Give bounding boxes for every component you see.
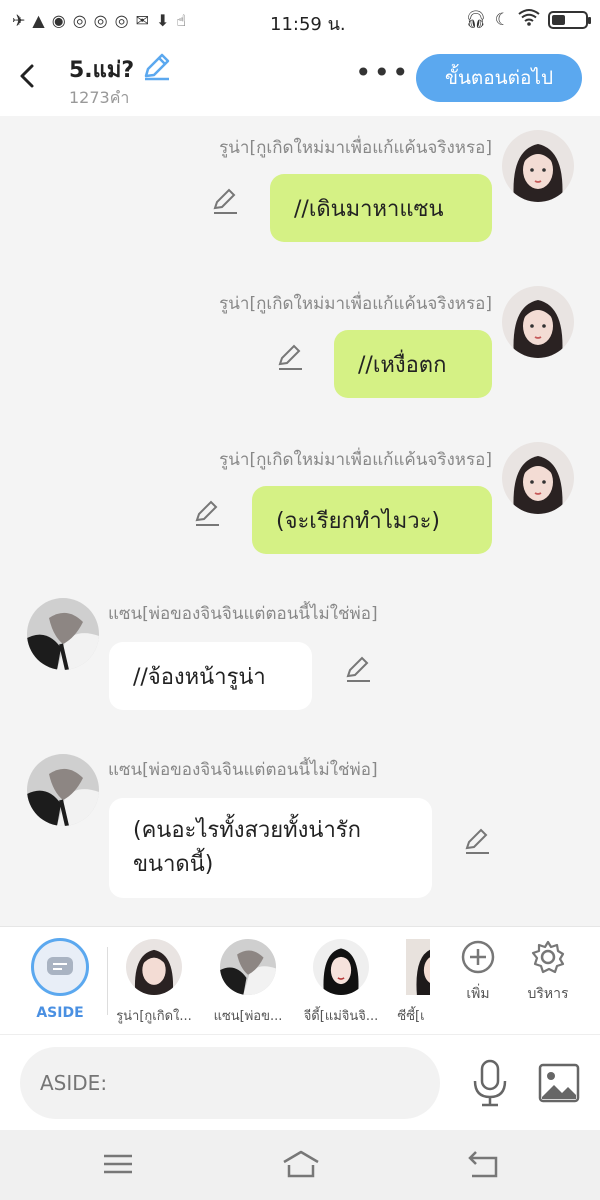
- chrome-icon: ◎: [114, 10, 129, 30]
- add-label: เพิ่ม: [466, 986, 490, 1002]
- avatar-zan[interactable]: [27, 754, 99, 826]
- messenger-icon: ◉: [51, 10, 66, 30]
- edit-message-button[interactable]: [192, 498, 222, 528]
- status-bar: ✈ ▲ ◉ ◎ ◎ ◎ ✉ ⬇ ☝ 11:59 น. 🎧︎ ☾: [0, 0, 600, 40]
- message-bubble[interactable]: (คนอะไรทั้งสวยทั้งน่ารัก ขนาดนี้): [109, 798, 432, 898]
- message-text: //เหงื่อตก: [358, 352, 447, 378]
- battery-icon: [548, 10, 591, 29]
- character-label: จีดี้[แม่จินจิ...: [303, 1009, 379, 1024]
- chevron-left-icon: [20, 64, 34, 88]
- wifi-icon: [518, 8, 540, 31]
- chrome-icon: ◎: [93, 10, 108, 30]
- message-bubble[interactable]: //เดินมาหาแซน: [270, 174, 492, 242]
- headphones-icon: 🎧︎: [465, 9, 487, 30]
- message-input[interactable]: [20, 1047, 440, 1119]
- character-avatar-runa[interactable]: [126, 939, 182, 995]
- speaker-name: รูน่า[กูเกิดใหม่มาเพื่อแก้แค้นจริงหรอ]: [219, 450, 492, 470]
- message-text-line: ขนาดนี้): [133, 852, 214, 877]
- divider: [107, 947, 108, 1015]
- menu-button[interactable]: [100, 1148, 136, 1180]
- message-bubble[interactable]: //จ้องหน้ารูน่า: [109, 642, 312, 710]
- mail-icon: ✉: [135, 10, 149, 30]
- edit-message-button[interactable]: [343, 654, 373, 684]
- system-nav-bar: [0, 1130, 600, 1200]
- hand-icon: ☝: [176, 10, 187, 30]
- microphone-icon: [473, 1059, 507, 1107]
- image-icon: [538, 1063, 580, 1103]
- more-options-button[interactable]: •••: [355, 58, 411, 88]
- add-character-button[interactable]: เพิ่ม: [448, 939, 508, 1029]
- manage-label: บริหาร: [527, 986, 569, 1002]
- aside-label: ASIDE: [36, 1005, 84, 1021]
- avatar-runa[interactable]: [502, 130, 574, 202]
- speaker-name: แซน[พ่อของจินจินแต่ตอนนี้ไม่ใช่พ่อ]: [108, 604, 378, 624]
- input-bar: [0, 1034, 600, 1130]
- notification-icons: ✈ ▲ ◉ ◎ ◎ ◎ ✉ ⬇ ☝: [12, 11, 186, 30]
- speaker-name: แซน[พ่อของจินจินแต่ตอนนี้ไม่ใช่พ่อ]: [108, 760, 378, 780]
- pencil-icon: [144, 53, 170, 81]
- airplane-icon: ✈: [12, 10, 26, 30]
- message-text: //จ้องหน้ารูน่า: [133, 664, 266, 690]
- pencil-icon: [278, 344, 302, 370]
- character-avatar-jidee[interactable]: [313, 939, 369, 995]
- chrome-icon: ◎: [72, 10, 87, 30]
- back-button[interactable]: [14, 56, 44, 96]
- pencil-icon: [195, 500, 219, 526]
- download-icon: ⬇: [156, 10, 170, 30]
- message-bubble[interactable]: (จะเรียกทำไมวะ): [252, 486, 492, 554]
- clock: 11:59 น.: [270, 14, 346, 35]
- aside-selector[interactable]: [31, 938, 89, 996]
- avatar-zan[interactable]: [27, 598, 99, 670]
- avatar-runa[interactable]: [502, 442, 574, 514]
- message-bubble[interactable]: //เหงื่อตก: [334, 330, 492, 398]
- pencil-icon: [213, 188, 237, 214]
- character-avatar-cici[interactable]: [406, 939, 430, 995]
- edit-message-button[interactable]: [275, 342, 305, 372]
- moon-icon: ☾: [494, 9, 510, 30]
- message-text: (จะเรียกทำไมวะ): [276, 508, 441, 534]
- character-avatar-zan[interactable]: [220, 939, 276, 995]
- pencil-icon: [465, 828, 489, 854]
- microphone-button[interactable]: [470, 1059, 510, 1107]
- header: 5.แม่? 1273คำ ••• ขั้นตอนต่อไป: [0, 40, 600, 116]
- home-button[interactable]: [281, 1148, 319, 1180]
- speaker-name: รูน่า[กูเกิดใหม่มาเพื่อแก้แค้นจริงหรอ]: [219, 138, 492, 158]
- image-button[interactable]: [538, 1063, 580, 1103]
- edit-message-button[interactable]: [210, 186, 240, 216]
- next-step-button[interactable]: ขั้นตอนต่อไป: [416, 54, 582, 102]
- word-count: 1273คำ: [69, 88, 130, 107]
- edit-message-button[interactable]: [462, 826, 492, 856]
- message-text-line: (คนอะไรทั้งสวยทั้งน่ารัก: [133, 818, 361, 843]
- character-label: แซน[พ่อข...: [213, 1009, 283, 1024]
- back-nav-button[interactable]: [466, 1148, 502, 1180]
- return-icon: [468, 1151, 498, 1178]
- gear-icon: [531, 940, 565, 974]
- warning-icon: ▲: [32, 10, 45, 30]
- manage-button[interactable]: บริหาร: [518, 939, 578, 1029]
- chat-area[interactable]: รูน่า[กูเกิดใหม่มาเพื่อแก้แค้นจริงหรอ] /…: [0, 116, 600, 926]
- character-label: ซีซี้[เ: [397, 1009, 425, 1024]
- chat-bubble-icon: [47, 957, 73, 975]
- home-icon: [283, 1150, 319, 1178]
- edit-title-button[interactable]: [141, 50, 173, 82]
- speaker-name: รูน่า[กูเกิดใหม่มาเพื่อแก้แค้นจริงหรอ]: [219, 294, 492, 314]
- hamburger-icon: [104, 1154, 132, 1174]
- page-title: 5.แม่?: [69, 58, 135, 83]
- plus-circle-icon: [461, 940, 495, 974]
- message-text: //เดินมาหาแซน: [294, 196, 444, 222]
- avatar-runa[interactable]: [502, 286, 574, 358]
- character-label: รูน่า[กูเกิดใ...: [116, 1009, 192, 1024]
- character-bar: ASIDE รูน่า[กูเกิดใ... แซน[พ่อข... จีดี้…: [0, 926, 600, 1034]
- pencil-icon: [346, 656, 370, 682]
